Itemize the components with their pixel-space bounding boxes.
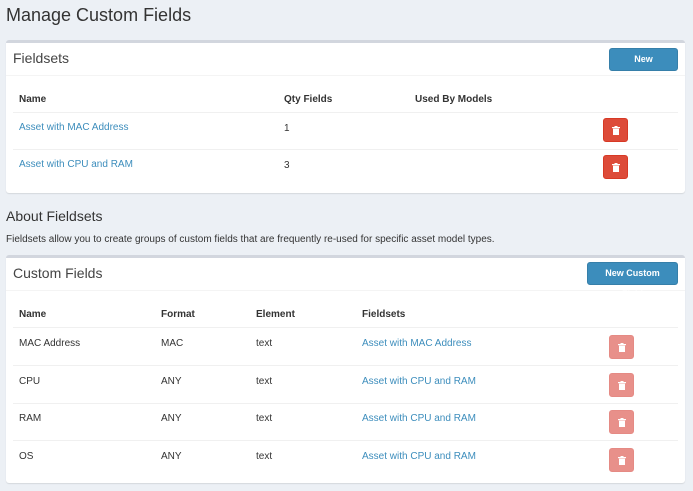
delete-field-button[interactable] — [609, 410, 634, 434]
custom-fields-box: Custom Fields New Custom Field Name Form… — [6, 255, 685, 483]
field-fieldset-link[interactable]: Asset with CPU and RAM — [362, 413, 476, 424]
about-fieldsets-text: Fieldsets allow you to create groups of … — [6, 234, 495, 245]
delete-field-button[interactable] — [609, 335, 634, 359]
trash-icon — [617, 417, 626, 427]
field-format: MAC — [161, 338, 184, 349]
fieldsets-header: Fieldsets New Fieldset — [6, 43, 685, 85]
field-element: text — [256, 451, 273, 462]
field-format: ANY — [161, 413, 182, 424]
trash-icon — [611, 162, 620, 172]
fieldset-qty: 3 — [284, 160, 290, 171]
delete-field-button[interactable] — [609, 373, 634, 397]
field-name: RAM — [19, 413, 42, 424]
field-element: text — [256, 338, 273, 349]
delete-fieldset-button[interactable] — [603, 118, 628, 142]
custom-fields-title: Custom Fields — [13, 265, 103, 281]
fieldset-link[interactable]: Asset with CPU and RAM — [19, 159, 133, 170]
col-fieldsets-header: Fieldsets — [362, 309, 406, 320]
trash-icon — [617, 380, 626, 390]
new-fieldset-button[interactable]: New Fieldset — [609, 48, 678, 85]
field-fieldset-link[interactable]: Asset with CPU and RAM — [362, 376, 476, 387]
trash-icon — [617, 455, 626, 465]
custom-fields-header: Custom Fields New Custom Field — [6, 258, 685, 299]
page-title: Manage Custom Fields — [6, 5, 192, 25]
field-element: text — [256, 376, 273, 387]
col-format-header: Format — [161, 309, 195, 320]
field-format: ANY — [161, 451, 182, 462]
fieldsets-box: Fieldsets New Fieldset Name Qty Fields U… — [6, 40, 685, 193]
col-used-by-header: Used By Models — [415, 94, 493, 105]
new-custom-field-button[interactable]: New Custom Field — [587, 262, 678, 299]
delete-field-button[interactable] — [609, 448, 634, 472]
delete-fieldset-button[interactable] — [603, 155, 628, 179]
col-element-header: Element — [256, 309, 295, 320]
field-fieldset-link[interactable]: Asset with CPU and RAM — [362, 451, 476, 462]
field-name: CPU — [19, 376, 41, 387]
col-name-header: Name — [19, 94, 47, 105]
trash-icon — [611, 125, 620, 135]
col-qty-header: Qty Fields — [284, 94, 333, 105]
col-name-header: Name — [19, 309, 47, 320]
fieldset-link[interactable]: Asset with MAC Address — [19, 122, 128, 133]
about-fieldsets-title: About Fieldsets — [6, 208, 103, 224]
field-format: ANY — [161, 376, 182, 387]
fieldsets-title: Fieldsets — [13, 50, 70, 66]
field-element: text — [256, 413, 273, 424]
trash-icon — [617, 342, 626, 352]
field-name: OS — [19, 451, 34, 462]
field-name: MAC Address — [19, 338, 81, 349]
fieldset-qty: 1 — [284, 123, 290, 134]
field-fieldset-link[interactable]: Asset with MAC Address — [362, 338, 471, 349]
